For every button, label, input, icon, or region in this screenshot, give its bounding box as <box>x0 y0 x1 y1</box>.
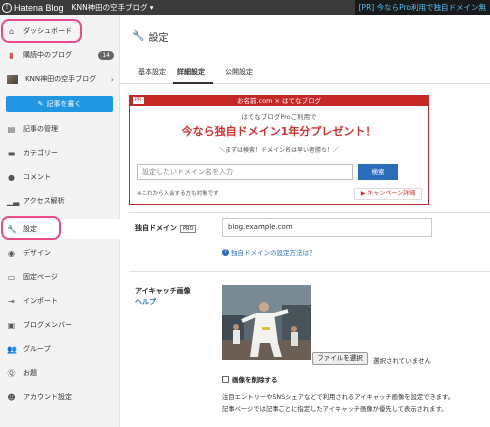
sidebar-item-blog[interactable]: KNN神田の空手ブログ › <box>0 69 120 89</box>
blog-switcher[interactable]: KNN神田の空手ブログ ▾ <box>72 2 154 13</box>
sidebar-item-import[interactable]: ⇥ インポート <box>0 291 120 311</box>
highlight-ring <box>1 216 61 240</box>
tab-publish[interactable]: 公開設定 <box>225 67 253 77</box>
delete-image-option[interactable]: 画像を削除する <box>222 374 278 384</box>
sidebar-item-account[interactable]: ☻ アカウント設定 <box>0 387 120 407</box>
highlight-ring <box>1 19 82 43</box>
sidebar-item-comments[interactable]: ● コメント <box>0 167 120 187</box>
blog-avatar <box>7 74 18 84</box>
comment-icon: ● <box>8 172 15 182</box>
tab-basic[interactable]: 基本設定 <box>138 67 166 77</box>
custom-domain-label: 独自ドメイン PRO <box>135 223 197 233</box>
divider <box>129 271 490 272</box>
custom-domain-input[interactable]: blog.example.com <box>222 218 432 237</box>
banner-headline: 今なら独自ドメイン1年分プレゼント！ <box>181 125 377 138</box>
hatena-logo[interactable]: ! Hatena Blog <box>0 2 64 13</box>
settings-tabs: 基本設定 詳細設定 公開設定 <box>121 59 490 84</box>
hatena-logo-icon: ! <box>2 2 12 13</box>
eyecatch-help-link[interactable]: ヘルプ <box>135 297 156 307</box>
delete-image-checkbox[interactable] <box>222 375 229 383</box>
file-status-text: 選択されていません <box>373 357 432 365</box>
domain-promo-banner: PR お名前.com × はてなブログ はてなブログProご利用で 今なら独自ド… <box>129 95 429 205</box>
account-icon: ☻ <box>7 392 16 402</box>
eyecatch-photo <box>222 285 311 360</box>
banner-note: ＼まずは検索！ドメイン名は早い者勝ち！／ <box>218 147 339 154</box>
pro-badge: PRO <box>180 225 197 233</box>
banner-footnote: ※これから入会する方も対象です <box>137 191 219 197</box>
eyecatch-description: 注目エントリーやSNSシェアなどで利用されるアイキャッチ画像を設定できます。 <box>222 394 455 401</box>
campaign-details-link[interactable]: ▶ キャンペーン詳細 <box>354 188 422 200</box>
chevron-down-icon: ▾ <box>149 3 154 12</box>
chevron-right-icon: › <box>110 74 114 84</box>
eyecatch-description: 記事ページでは記事ごとに指定したアイキャッチ画像が優先して表示されます。 <box>222 406 448 413</box>
bar-chart-icon: ▁▃ <box>7 196 20 206</box>
sidebar-item-categories[interactable]: ▬ カテゴリー <box>0 143 120 163</box>
import-icon: ⇥ <box>8 296 15 306</box>
question-icon: ? <box>222 248 229 256</box>
group-icon: 👥 <box>7 344 17 354</box>
domain-search-button[interactable]: 検索 <box>358 164 398 180</box>
domain-search-input[interactable]: 設定したいドメイン名を入力 <box>137 164 353 180</box>
members-icon: ▣ <box>7 320 16 330</box>
sidebar-item-design[interactable]: ◉ デザイン <box>0 243 120 263</box>
sidebar-item-groups[interactable]: 👥 グループ <box>0 339 120 359</box>
bookmark-icon: ▮ <box>9 50 14 60</box>
pr-tag: PR <box>133 97 144 104</box>
sidebar-item-pages[interactable]: ▭ 固定ページ <box>0 267 120 287</box>
folder-icon: ▬ <box>7 148 16 158</box>
tab-underline <box>173 82 213 84</box>
promo-link[interactable]: [PR] 今ならPro利用で独自ドメイン無 <box>354 0 490 15</box>
wrench-icon: 🔧 <box>132 31 145 42</box>
topic-icon: Ⓠ <box>7 368 16 378</box>
divider <box>129 212 490 213</box>
sidebar-item-subscriptions[interactable]: ▮ 購読中のブログ 14 <box>0 45 120 65</box>
edit-icon: ✎ <box>37 100 44 108</box>
write-post-button[interactable]: ✎ 記事を書く <box>6 96 113 112</box>
sidebar-item-topics[interactable]: Ⓠ お題 <box>0 363 120 383</box>
banner-subtitle: はてなブログProご利用で <box>241 113 317 121</box>
top-bar: ! Hatena Blog KNN神田の空手ブログ ▾ [PR] 今ならPro利… <box>0 0 490 15</box>
eyecatch-label: アイキャッチ画像 <box>135 287 191 295</box>
choose-file-button[interactable]: ファイルを選択 <box>312 352 368 365</box>
banner-header: PR お名前.com × はてなブログ <box>130 96 428 106</box>
page-title: 🔧 設定 <box>132 31 169 44</box>
document-icon: ▤ <box>7 124 16 134</box>
domain-help-link[interactable]: ? 独自ドメインの設定方法は？ <box>222 247 316 257</box>
sidebar-item-posts[interactable]: ▤ 記事の管理 <box>0 119 120 139</box>
sidebar-item-analytics[interactable]: ▁▃ アクセス解析 <box>0 191 120 211</box>
main-content: 🔧 設定 基本設定 詳細設定 公開設定 PR お名前.com × はてなブログ … <box>121 15 490 427</box>
palette-icon: ◉ <box>8 248 15 258</box>
eyecatch-thumbnail <box>222 285 311 360</box>
sidebar-item-members[interactable]: ▣ ブログメンバー <box>0 315 120 335</box>
subscription-count-badge: 14 <box>98 50 114 60</box>
tab-advanced[interactable]: 詳細設定 <box>177 67 205 77</box>
page-icon: ▭ <box>7 272 16 282</box>
